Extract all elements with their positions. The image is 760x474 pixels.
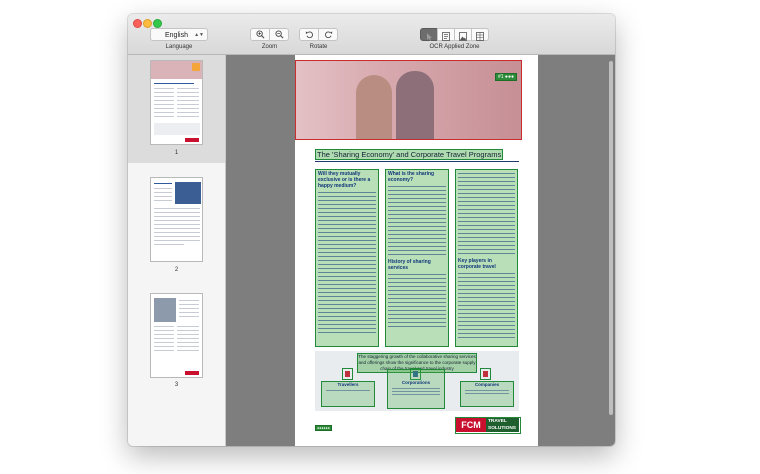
page-thumbnail-1[interactable]	[150, 60, 203, 145]
column-1-heading: Will they mutually exclusive or is there…	[318, 171, 371, 189]
traveller-icon[interactable]	[342, 368, 353, 380]
company-icon[interactable]	[480, 368, 491, 380]
ocr-zone-footer[interactable]: ●●●●●●	[315, 425, 332, 431]
text-zone-icon	[442, 32, 450, 41]
vertical-scrollbar[interactable]	[609, 61, 613, 415]
ocr-zone-hero-image[interactable]: #1 ●●●	[295, 60, 522, 140]
page-number-2: 2	[174, 267, 179, 273]
zoom-in-icon	[255, 30, 264, 39]
ocr-select-zone-button[interactable]	[420, 28, 438, 41]
ocr-zone-title[interactable]: The 'Sharing Economy' and Corporate Trav…	[315, 149, 504, 160]
image-zone-icon	[459, 32, 467, 41]
column-2-heading: What is the sharing economy?	[388, 171, 435, 183]
ocr-zone-column-2[interactable]: What is the sharing economy? History of …	[385, 169, 449, 347]
zoom-label: Zoom	[261, 44, 278, 50]
rotate-label: Rotate	[309, 44, 328, 50]
fcm-travel-logo: FCM TRAVEL SOLUTIONS	[456, 418, 519, 432]
page-number-3: 3	[174, 382, 179, 388]
title-divider	[315, 161, 519, 162]
page-thumbnail-sidebar: 1 2 3	[128, 55, 226, 446]
cursor-icon	[427, 33, 432, 41]
ocr-zone-column-1[interactable]: Will they mutually exclusive or is there…	[315, 169, 379, 347]
language-value: English	[165, 32, 188, 39]
ocr-zone-tag: #1 ●●●	[494, 73, 517, 81]
ocr-zone-card-travellers[interactable]: Travellers	[321, 381, 375, 407]
table-zone-icon	[476, 32, 484, 41]
document-page[interactable]: #1 ●●● The 'Sharing Economy' and Corpora…	[295, 55, 538, 446]
infographic-box: The staggering growth of the collaborati…	[315, 351, 519, 411]
toolbar: English ▲▼ Language Zoom Rotate OCR Appl…	[128, 14, 615, 55]
ocr-zone-card-companies[interactable]: Companies	[460, 381, 514, 407]
rotate-right-icon	[324, 31, 332, 39]
rotate-left-icon	[305, 31, 313, 39]
zoom-out-icon	[274, 30, 283, 39]
zoom-out-button[interactable]	[269, 28, 289, 41]
language-label: Language	[165, 44, 193, 50]
page-thumbnail-2[interactable]	[150, 177, 203, 262]
column-3-subheading: Key players in corporate travel	[458, 258, 496, 270]
zoom-in-button[interactable]	[250, 28, 270, 41]
language-select[interactable]: English ▲▼	[150, 28, 208, 41]
document-viewer[interactable]: #1 ●●● The 'Sharing Economy' and Corpora…	[226, 55, 615, 446]
chevron-updown-icon: ▲▼	[194, 32, 204, 38]
page-number-1: 1	[174, 150, 179, 156]
page-thumbnail-3[interactable]	[150, 293, 203, 378]
zoom-window-button[interactable]	[153, 19, 162, 28]
app-window: English ▲▼ Language Zoom Rotate OCR Appl…	[128, 14, 615, 446]
close-window-button[interactable]	[133, 19, 142, 28]
ocr-image-zone-button[interactable]	[454, 28, 472, 41]
ocr-zone-card-corporations[interactable]: Corporations	[387, 369, 445, 409]
minimize-window-button[interactable]	[143, 19, 152, 28]
rotate-left-button[interactable]	[299, 28, 319, 41]
column-2-subheading: History of sharing services	[388, 259, 431, 271]
ocr-text-zone-button[interactable]	[437, 28, 455, 41]
rotate-right-button[interactable]	[318, 28, 338, 41]
ocr-table-zone-button[interactable]	[471, 28, 489, 41]
ocr-zone-column-3[interactable]: Key players in corporate travel	[455, 169, 518, 347]
ocr-applied-zone-label: OCR Applied Zone	[429, 44, 480, 50]
